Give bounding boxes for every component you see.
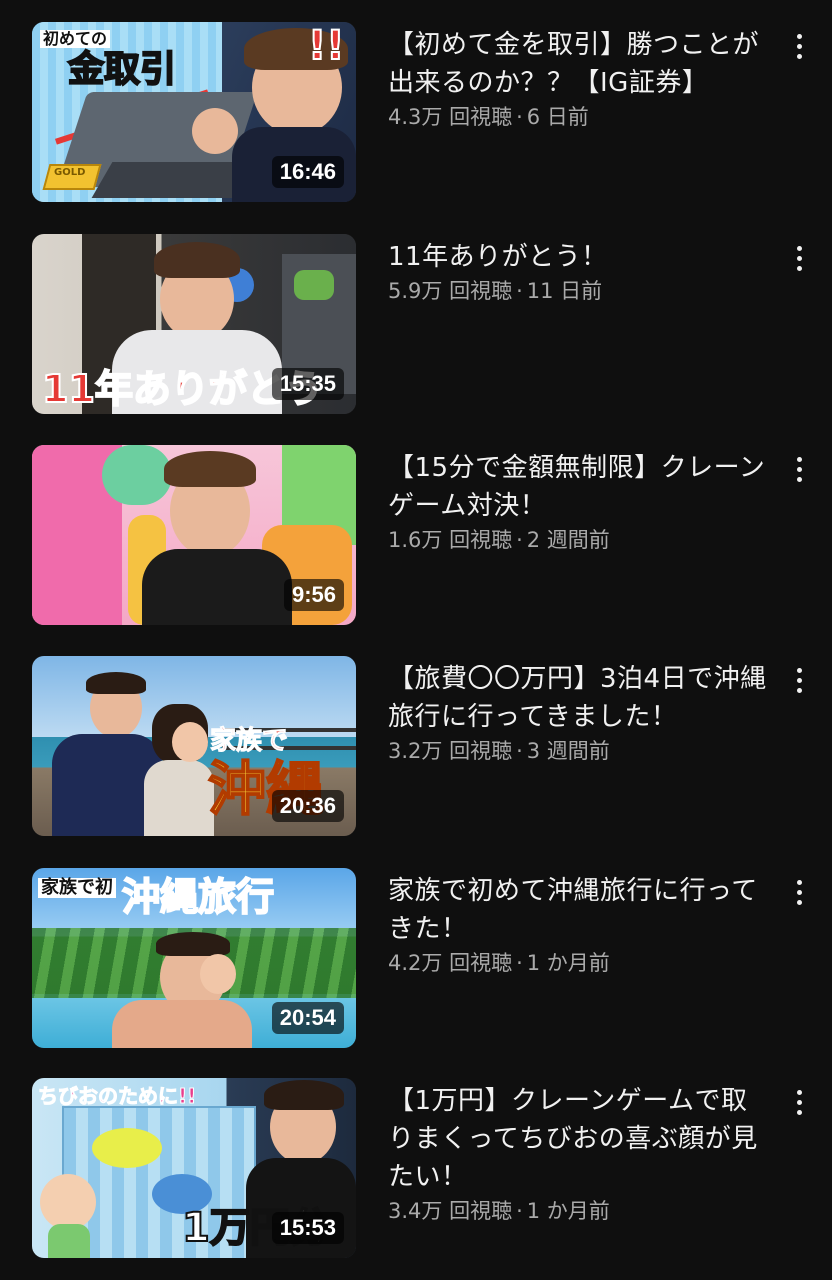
video-title[interactable]: 【初めて金を取引】勝つことが出来るのか？？【IG証券】 [388,26,773,102]
separator: · [516,951,523,975]
video-thumbnail[interactable]: 11年ありがとう 15:35 [32,234,356,414]
separator: · [516,105,523,129]
video-stats: 3.4万 回視聴 · 1 か月前 [388,1196,773,1226]
separator: · [516,279,523,303]
view-count: 4.2万 回視聴 [388,951,513,975]
view-count: 3.4万 回視聴 [388,1199,513,1223]
upload-age: 1 か月前 [526,1199,610,1223]
video-thumbnail[interactable]: 家族で 沖縄 20:36 [32,656,356,836]
video-thumbnail[interactable]: 9:56 [32,445,356,625]
video-stats: 5.9万 回視聴 · 11 日前 [388,276,773,306]
video-item[interactable]: 初めての 金取引 !! GOLD 16:46 【初めて金を取引】勝つことが出来る… [0,22,832,202]
separator: · [516,1199,523,1223]
thumbnail-text: 金取引 [67,49,177,90]
video-thumbnail[interactable]: ちびおのために!! 1万円分 15:53 [32,1078,356,1258]
upload-age: 11 日前 [526,279,603,303]
video-meta[interactable]: 家族で初めて沖縄旅行に行ってきた！ 4.2万 回視聴 · 1 か月前 [388,872,773,978]
video-title[interactable]: 【旅費〇〇万円】3泊4日で沖縄旅行に行ってきました！ [388,660,773,736]
thumbnail-text: ちびおのために!! [37,1084,197,1108]
video-item[interactable]: 9:56 【15分で金額無制限】クレーンゲーム対決！ 1.6万 回視聴 · 2 週間… [0,445,832,625]
more-vertical-icon[interactable] [784,26,814,66]
video-meta[interactable]: 【15分で金額無制限】クレーンゲーム対決！ 1.6万 回視聴 · 2 週間前 [388,449,773,555]
more-vertical-icon[interactable] [784,872,814,912]
video-meta[interactable]: 【初めて金を取引】勝つことが出来るのか？？【IG証券】 4.3万 回視聴 · 6 日… [388,26,773,132]
video-list: 初めての 金取引 !! GOLD 16:46 【初めて金を取引】勝つことが出来る… [0,0,832,1280]
video-title[interactable]: 【1万円】クレーンゲームで取りまくってちびおの喜ぶ顔が見たい！ [388,1082,773,1196]
thumbnail-text: GOLD [54,167,86,178]
more-vertical-icon[interactable] [784,660,814,700]
thumbnail-text: 初めての [40,30,111,48]
video-duration: 9:56 [283,578,344,611]
separator: · [516,528,523,552]
thumbnail-text: 沖縄旅行 [121,875,275,919]
video-duration: 16:46 [271,155,344,188]
video-meta[interactable]: 11年ありがとう！ 5.9万 回視聴 · 11 日前 [388,238,773,306]
video-item[interactable]: 11年ありがとう 15:35 11年ありがとう！ 5.9万 回視聴 · 11 日前 [0,234,832,414]
video-meta[interactable]: 【旅費〇〇万円】3泊4日で沖縄旅行に行ってきました！ 3.2万 回視聴 · 3 週間… [388,660,773,766]
video-meta[interactable]: 【1万円】クレーンゲームで取りまくってちびおの喜ぶ顔が見たい！ 3.4万 回視聴… [388,1082,773,1226]
view-count: 5.9万 回視聴 [388,279,513,303]
thumbnail-text: !! [307,23,346,69]
upload-age: 1 か月前 [526,951,610,975]
video-title[interactable]: 11年ありがとう！ [388,238,773,276]
video-duration: 15:35 [271,367,344,400]
view-count: 1.6万 回視聴 [388,528,513,552]
thumbnail-text: 家族で初 [38,878,116,898]
video-duration: 15:53 [271,1211,344,1244]
upload-age: 6 日前 [526,105,589,129]
video-item[interactable]: ちびおのために!! 1万円分 15:53 【1万円】クレーンゲームで取りまくって… [0,1078,832,1258]
video-stats: 4.2万 回視聴 · 1 か月前 [388,948,773,978]
video-duration: 20:54 [271,1001,344,1034]
video-stats: 1.6万 回視聴 · 2 週間前 [388,525,773,555]
video-thumbnail[interactable]: 家族で初 沖縄旅行 20:54 [32,868,356,1048]
upload-age: 2 週間前 [526,528,610,552]
video-thumbnail[interactable]: 初めての 金取引 !! GOLD 16:46 [32,22,356,202]
more-vertical-icon[interactable] [784,1082,814,1122]
video-item[interactable]: 家族で 沖縄 20:36 【旅費〇〇万円】3泊4日で沖縄旅行に行ってきました！ … [0,656,832,836]
video-title[interactable]: 【15分で金額無制限】クレーンゲーム対決！ [388,449,773,525]
video-stats: 4.3万 回視聴 · 6 日前 [388,102,773,132]
video-item[interactable]: 家族で初 沖縄旅行 20:54 家族で初めて沖縄旅行に行ってきた！ 4.2万 回… [0,868,832,1048]
view-count: 4.3万 回視聴 [388,105,513,129]
separator: · [516,739,523,763]
more-vertical-icon[interactable] [784,238,814,278]
video-duration: 20:36 [271,789,344,822]
more-vertical-icon[interactable] [784,449,814,489]
video-stats: 3.2万 回視聴 · 3 週間前 [388,736,773,766]
video-title[interactable]: 家族で初めて沖縄旅行に行ってきた！ [388,872,773,948]
thumbnail-text: 家族で [209,726,289,756]
view-count: 3.2万 回視聴 [388,739,513,763]
upload-age: 3 週間前 [526,739,610,763]
